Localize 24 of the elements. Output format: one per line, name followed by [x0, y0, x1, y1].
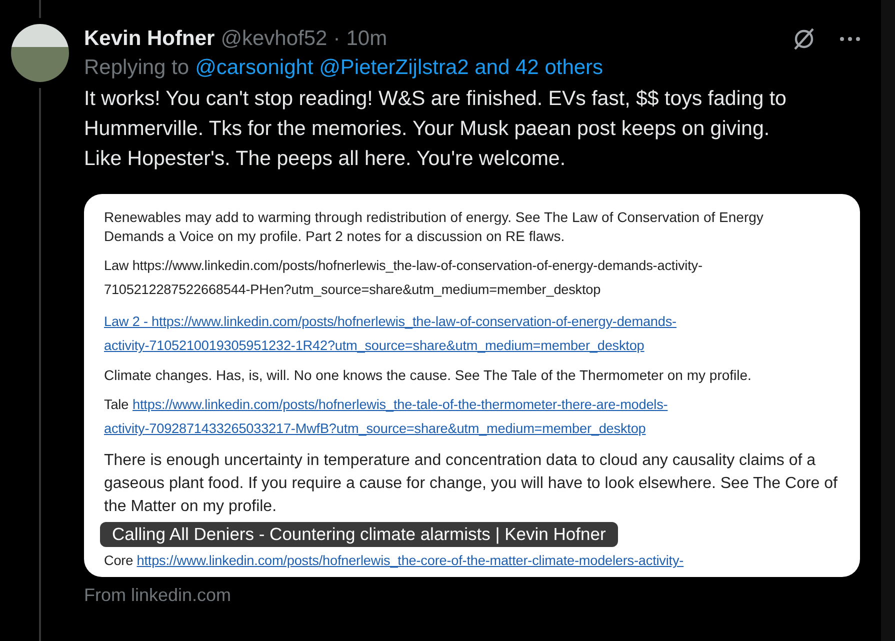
document-link[interactable]: https://www.linkedin.com/posts/hofnerlewis_the-tale-of-the-thermometer-there-are-models- [132, 397, 668, 412]
document-text-line: Law https://www.linkedin.com/posts/hofnerlewis_the-law-of-conservation-of-energy-demands-activity- [104, 258, 702, 273]
replying-to-link[interactable]: @carsonight @PieterZijlstra2 and 42 others [195, 56, 604, 80]
separator: · [333, 27, 340, 51]
document-link[interactable]: Law 2 - https://www.linkedin.com/posts/hofnerlewis_the-law-of-conservation-of-energy-demands- [104, 314, 676, 329]
card-source[interactable]: From linkedin.com [84, 585, 881, 606]
more-icon[interactable] [839, 36, 861, 42]
card-title: Calling All Deniers - Countering climate alarmists | Kevin Hofner [100, 522, 618, 547]
document-label: Core [104, 553, 134, 568]
replying-label: Replying to [84, 56, 190, 80]
slashed-circle-icon[interactable] [791, 26, 817, 52]
document-paragraph: There is enough uncertainty in temperature and concentration data to cloud any causality claims of a gaseous plant food. If you require a cause for change, you will have to look elsewhere. See The Core of the Matter on my profile. [104, 451, 838, 517]
link-card[interactable] [84, 194, 860, 577]
document-link[interactable]: activity-7105210019305951232-1R42?utm_source=share&utm_medium=member_desktop [104, 338, 644, 353]
document-label: Tale [104, 397, 129, 412]
author-name[interactable]: Kevin Hofner [84, 27, 215, 51]
document-link[interactable]: activity-7092871433265033217-MwfB?utm_source=share&utm_medium=member_desktop [104, 421, 646, 436]
post-text: It works! You can't stop reading! W&S are finished. EVs fast, $$ toys fading to Hummerville. Tks for the memories. Your Musk paean post keeps on giving. Like Hopester's. The peeps all here. You're welcome. [84, 86, 788, 172]
document-paragraph: Renewables may add to warming through redistribution of energy. See The Law of Conservation of Energy Demands a Voice on my profile. Part 2 notes for a discussion on RE flaws. [104, 208, 764, 246]
document-link[interactable]: https://www.linkedin.com/posts/hofnerlewis_the-core-of-the-matter-climate-modelers-activity- [136, 553, 684, 568]
author-handle[interactable]: @kevhof52 [220, 27, 328, 51]
document-text-line: 7105212287522668544-PHen?utm_source=share&utm_medium=member_desktop [104, 282, 601, 297]
document-paragraph: Climate changes. Has, is, will. No one knows the cause. See The Tale of the Thermometer on my profile. [104, 366, 752, 385]
post-time[interactable]: 10m [346, 27, 388, 51]
